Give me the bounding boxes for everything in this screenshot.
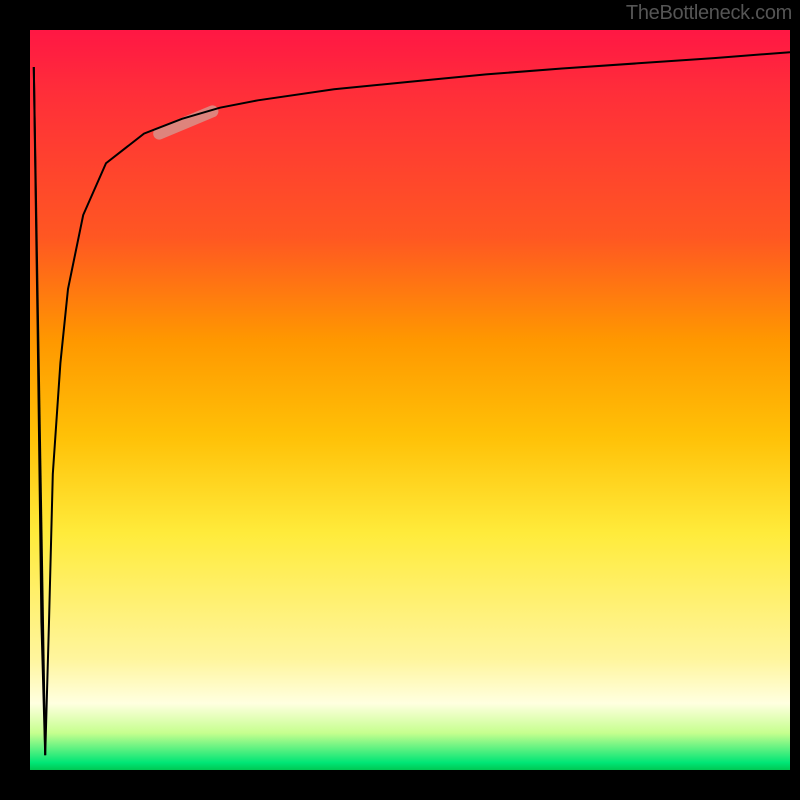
watermark-text: TheBottleneck.com xyxy=(626,2,792,25)
bottleneck-curve-line xyxy=(34,52,790,755)
chart-container: TheBottleneck.com xyxy=(0,0,800,800)
initial-spike-line xyxy=(34,67,45,755)
curve-svg xyxy=(30,30,790,770)
highlight-segment xyxy=(159,111,212,133)
